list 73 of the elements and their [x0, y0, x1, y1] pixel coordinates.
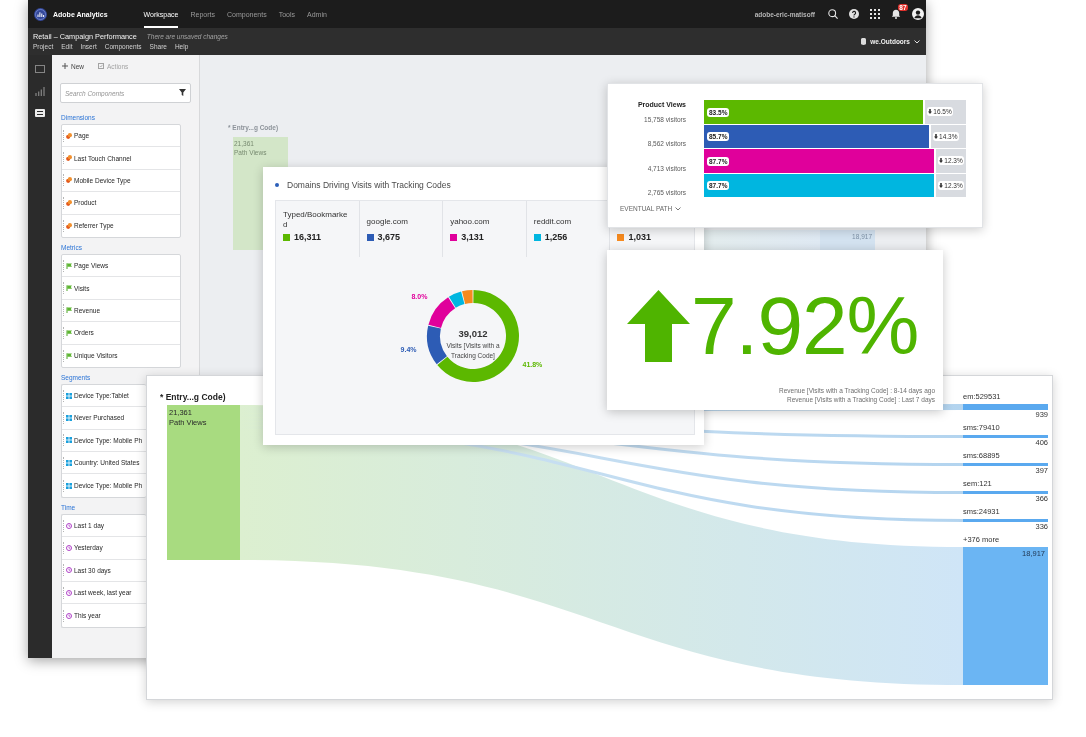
card-title: Domains Driving Visits with Tracking Codes [287, 180, 451, 190]
flag-icon [66, 262, 72, 269]
drag-handle-icon [63, 152, 64, 165]
domain-name: yahoo.com [450, 217, 490, 227]
clock-icon [66, 567, 72, 574]
clock-icon [66, 612, 72, 619]
flag-icon [66, 352, 72, 359]
circles-icon [66, 155, 72, 162]
avatar-icon[interactable] [912, 8, 924, 20]
arrow-down-icon [939, 158, 944, 164]
grid-icon[interactable] [870, 9, 880, 19]
drag-handle-icon [63, 519, 64, 532]
check-square-icon [98, 63, 104, 69]
arrow-down-icon [934, 133, 939, 139]
squares-icon [66, 415, 72, 421]
drag-handle-icon [63, 456, 64, 469]
squares-icon [66, 459, 72, 466]
drag-handle-icon [63, 282, 64, 295]
domain-name: google.com [366, 217, 408, 227]
circles-icon [66, 132, 72, 139]
drag-handle-icon [63, 541, 64, 554]
clock-icon [66, 544, 72, 551]
plus-icon [62, 63, 68, 69]
logo-icon [34, 7, 47, 21]
circles-icon [66, 222, 72, 229]
kpi-value: 7.92% [691, 290, 919, 362]
squares-icon [66, 437, 72, 444]
arrow-down-icon [939, 182, 944, 188]
drag-handle-icon [63, 389, 64, 402]
domain-visits: 1,256 [544, 232, 568, 242]
bar-chart-icon[interactable] [35, 86, 45, 96]
drag-handle-icon [63, 586, 64, 599]
drag-handle-icon [63, 219, 64, 232]
donut-total: 39,012 [458, 328, 488, 339]
flag-icon [66, 307, 72, 314]
drag-handle-icon [63, 434, 64, 447]
clock-icon [66, 589, 72, 596]
bell-icon[interactable] [891, 9, 901, 19]
help-icon[interactable] [849, 9, 859, 19]
drag-handle-icon [63, 129, 64, 142]
arrow-down-icon [928, 109, 933, 115]
domain-name: reddit.com [533, 217, 572, 227]
squares-icon [66, 392, 72, 399]
list-icon[interactable] [35, 108, 45, 118]
domain-name: Typed/Bookmarked [283, 210, 349, 230]
circles-icon [66, 199, 72, 206]
squares-icon [66, 482, 72, 489]
filter-icon[interactable] [179, 89, 186, 96]
domain-visits: 16,311 [294, 232, 322, 242]
drag-handle-icon [63, 304, 64, 317]
drag-handle-icon [63, 412, 64, 424]
chevron-down-icon [914, 39, 920, 44]
drag-handle-icon [63, 174, 64, 187]
drag-handle-icon [63, 326, 64, 339]
clock-icon [66, 522, 72, 529]
drag-handle-icon [63, 479, 64, 492]
dot-icon [275, 183, 279, 187]
circles-icon [66, 177, 72, 184]
domain-visits: 3,131 [461, 232, 484, 242]
drag-handle-icon [63, 564, 64, 577]
domain-visits: 3,675 [377, 232, 401, 242]
flag-icon [66, 285, 72, 292]
flag-icon [66, 329, 72, 336]
database-icon [861, 38, 867, 45]
chevron-down-icon [675, 207, 682, 211]
search-icon[interactable] [828, 9, 838, 19]
panel-icon[interactable] [35, 64, 45, 74]
drag-handle-icon [63, 609, 64, 622]
drag-handle-icon [63, 349, 64, 362]
drag-handle-icon [63, 196, 64, 209]
domain-visits: 1,031 [628, 232, 651, 242]
drag-handle-icon [63, 259, 64, 272]
panel-title: * Entry...g Code) [160, 392, 226, 402]
